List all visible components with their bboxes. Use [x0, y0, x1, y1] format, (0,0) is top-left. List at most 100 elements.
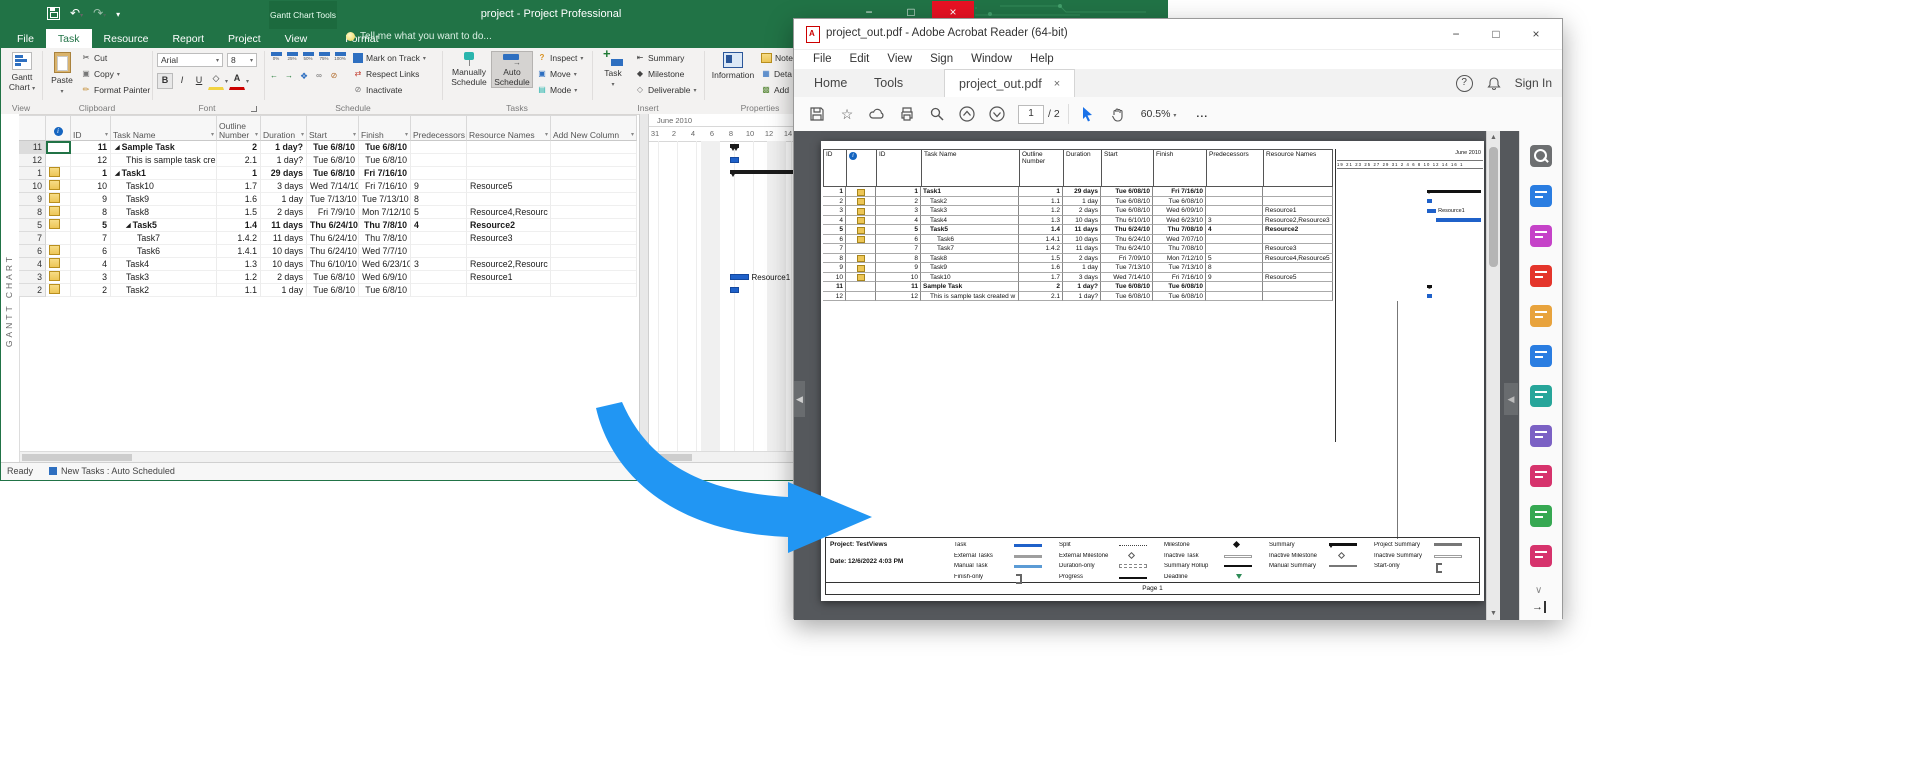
cell-predecessors[interactable]: 8 [411, 193, 467, 206]
cell-start[interactable]: Tue 6/8/10 [307, 284, 359, 297]
compress-pdf-icon[interactable] [1530, 425, 1552, 447]
row-number[interactable]: 9 [19, 193, 46, 206]
notes-button[interactable]: Note [761, 53, 793, 63]
scroll-up-icon[interactable]: ▲ [1487, 131, 1500, 144]
info-cell[interactable] [46, 180, 71, 193]
create-pdf-icon[interactable] [1530, 265, 1552, 287]
cell-duration[interactable]: 1 day [261, 284, 307, 297]
info-cell[interactable] [46, 193, 71, 206]
page-number-input[interactable]: 1 [1018, 105, 1044, 124]
previous-page-icon[interactable] [952, 105, 982, 123]
table-row[interactable]: 88Task81.52 daysFri 7/9/10Mon 7/12/105Re… [19, 206, 637, 219]
cell-task-name[interactable]: Task8 [111, 206, 217, 219]
ribbon-tab-project[interactable]: Project [216, 29, 273, 48]
cell-duration[interactable]: 1 day? [261, 154, 307, 167]
tab-home[interactable]: Home [800, 69, 861, 97]
outdent-task-icon[interactable]: ← [269, 71, 279, 81]
search-icon[interactable] [922, 106, 952, 122]
mark-on-track-button[interactable]: Mark on Track▾ [353, 53, 426, 63]
cell-start[interactable]: Thu 6/24/10 [307, 219, 359, 232]
cell-resource-names[interactable]: Resource2 [467, 219, 551, 232]
cell-start[interactable]: Fri 7/9/10 [307, 206, 359, 219]
auto-schedule-button[interactable]: AutoSchedule [491, 51, 533, 88]
menu-window[interactable]: Window [962, 49, 1021, 69]
cell-add-new-column[interactable] [551, 284, 637, 297]
save-icon[interactable] [47, 7, 60, 23]
cloud-upload-icon[interactable] [862, 107, 892, 121]
indent-task-icon[interactable]: → [284, 71, 294, 81]
cell-start[interactable]: Tue 6/8/10 [307, 167, 359, 180]
expand-triangle-icon[interactable]: ◢ [126, 223, 131, 229]
cell-predecessors[interactable]: 9 [411, 180, 467, 193]
cell-add-new-column[interactable] [551, 180, 637, 193]
filter-arrow-icon[interactable]: ▾ [105, 131, 108, 140]
add-to-timeline-button[interactable]: ▩Add [761, 85, 789, 95]
cell-finish[interactable]: Tue 7/13/10 [359, 193, 411, 206]
cell-finish[interactable]: Mon 7/12/10 [359, 206, 411, 219]
cell-predecessors[interactable] [411, 232, 467, 245]
column-header-duration[interactable]: Duration▾ [261, 115, 307, 141]
fill-sign-icon[interactable] [1530, 465, 1552, 487]
cell-start[interactable]: Tue 6/8/10 [307, 141, 359, 154]
font-family-combo[interactable]: Arial▾ [157, 53, 223, 67]
info-cell[interactable] [46, 258, 71, 271]
insert-milestone-button[interactable]: ◆Milestone [635, 69, 684, 79]
info-cell[interactable] [46, 206, 71, 219]
cell-task-name[interactable]: Task4 [111, 258, 217, 271]
row-number[interactable]: 12 [19, 154, 46, 167]
cell-id[interactable]: 5 [71, 219, 111, 232]
cell-id[interactable]: 9 [71, 193, 111, 206]
filter-arrow-icon[interactable]: ▾ [301, 131, 304, 140]
cell-add-new-column[interactable] [551, 141, 637, 154]
expand-triangle-icon[interactable]: ◢ [115, 171, 120, 177]
info-cell[interactable] [46, 141, 71, 154]
cell-task-name[interactable]: Task7 [111, 232, 217, 245]
inactivate-button[interactable]: ⊘Inactivate [353, 85, 402, 95]
table-row[interactable]: 11◢Task1129 daysTue 6/8/10Fri 7/16/10 [19, 167, 637, 180]
ribbon-tab-task[interactable]: Task [46, 29, 92, 48]
acrobat-maximize-button[interactable]: □ [1476, 27, 1516, 41]
more-tools-chevron-icon[interactable]: ∨ [1535, 585, 1542, 596]
row-number[interactable]: 4 [19, 258, 46, 271]
menu-sign[interactable]: Sign [921, 49, 962, 69]
row-number[interactable]: 5 [19, 219, 46, 232]
cell-id[interactable]: 12 [71, 154, 111, 167]
cell-id[interactable]: 11 [71, 141, 111, 154]
ribbon-tab-resource[interactable]: Resource [92, 29, 161, 48]
gantt-chart-button[interactable]: GanttChart ▾ [3, 51, 41, 94]
bell-icon[interactable] [1487, 76, 1501, 91]
cell-task-name[interactable]: Task9 [111, 193, 217, 206]
row-number[interactable]: 2 [19, 284, 46, 297]
menu-help[interactable]: Help [1021, 49, 1063, 69]
expand-triangle-icon[interactable]: ◢ [115, 145, 120, 151]
row-number[interactable]: 11 [19, 141, 46, 154]
table-row[interactable]: 1010Task101.73 daysWed 7/14/10Fri 7/16/1… [19, 180, 637, 193]
column-header-resource-names[interactable]: Resource Names▾ [467, 115, 551, 141]
cell-resource-names[interactable]: Resource5 [467, 180, 551, 193]
table-row[interactable]: 33Task31.22 daysTue 6/8/10Wed 6/9/10Reso… [19, 271, 637, 284]
cell-outline-number[interactable]: 1.1 [217, 284, 261, 297]
edit-pdf-icon[interactable] [1530, 225, 1552, 247]
more-tools-icon[interactable] [1530, 505, 1552, 527]
copy-button[interactable]: ▣Copy▾ [81, 69, 120, 79]
scroll-down-icon[interactable]: ▼ [1487, 607, 1500, 620]
ribbon-tab-report[interactable]: Report [160, 29, 216, 48]
cell-start[interactable]: Wed 7/14/10 [307, 180, 359, 193]
cell-finish[interactable]: Wed 7/7/10 [359, 245, 411, 258]
cell-finish[interactable]: Thu 7/8/10 [359, 219, 411, 232]
cell-resource-names[interactable]: Resource3 [467, 232, 551, 245]
cell-outline-number[interactable]: 2 [217, 141, 261, 154]
tools-panel-collapse-arrow[interactable]: ◀ [1504, 383, 1518, 415]
column-header-predecessors[interactable]: Predecessors▾ [411, 115, 467, 141]
respect-links-button[interactable]: ⇄Respect Links [353, 69, 419, 79]
print-icon[interactable] [892, 106, 922, 122]
filter-arrow-icon[interactable]: ▾ [353, 131, 356, 140]
cell-task-name[interactable]: This is sample task cre [111, 154, 217, 167]
column-header-id[interactable]: ID▾ [71, 115, 111, 141]
tab-tools[interactable]: Tools [860, 69, 917, 97]
ribbon-tab-view[interactable]: View [273, 29, 320, 48]
ribbon-tab-file[interactable]: File [5, 29, 46, 48]
mode-button[interactable]: ▤Mode▾ [537, 85, 577, 95]
cell-id[interactable]: 8 [71, 206, 111, 219]
cell-finish[interactable]: Fri 7/16/10 [359, 167, 411, 180]
